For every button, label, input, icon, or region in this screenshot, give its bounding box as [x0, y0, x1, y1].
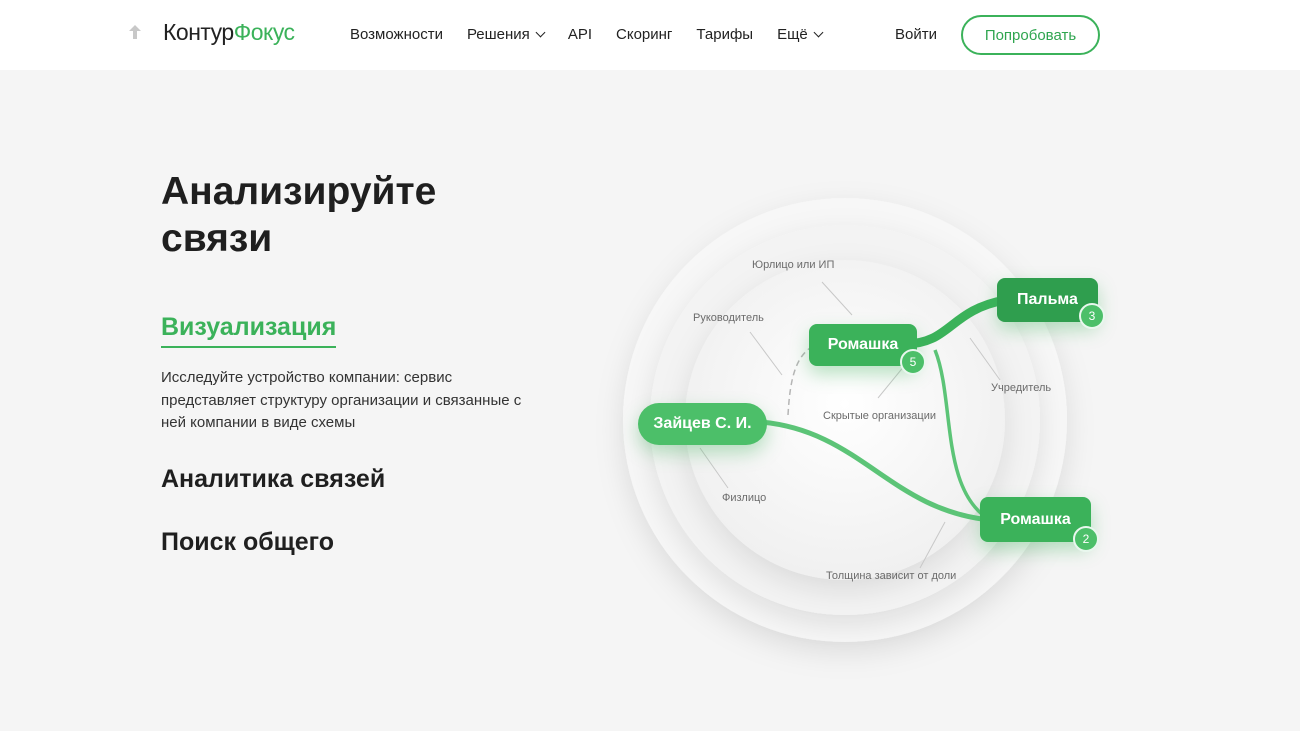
login-link[interactable]: Войти: [895, 26, 937, 43]
nav-item-0[interactable]: Возможности: [350, 26, 443, 43]
node-romashka-top-label: Ромашка: [827, 336, 899, 353]
node-romashka-top[interactable]: Ромашка 5: [809, 324, 926, 375]
nav-item-5[interactable]: Ещё: [777, 26, 824, 43]
connections-diagram: Юрлицо или ИП Руководитель Учредитель Ск…: [560, 160, 1200, 680]
nav-item-label: Возможности: [350, 26, 443, 43]
node-palma[interactable]: Пальма 3: [997, 278, 1105, 329]
main-nav: Возможности Решения API Скоринг Тарифы Ещё: [350, 26, 846, 43]
node-romashka-bottom[interactable]: Ромашка 2: [980, 497, 1099, 552]
nav-item-label: Решения: [466, 26, 530, 43]
tab-description: Исследуйте устройство компании: сервис п…: [161, 369, 522, 431]
label-hidden-orgs: Скрытые организации: [823, 410, 936, 422]
label-legal-entity: Юрлицо или ИП: [752, 259, 835, 271]
try-button[interactable]: Попробовать: [961, 15, 1100, 55]
nav-item-label: API: [567, 26, 592, 43]
tab-common-search[interactable]: Поиск общего: [161, 528, 334, 557]
node-zaytsev-label: Зайцев С. И.: [653, 415, 752, 432]
tab-visualization[interactable]: Визуализация: [161, 313, 337, 348]
section-title: Анализируйте связи: [161, 170, 437, 260]
label-thickness: Толщина зависит от доли: [826, 570, 957, 582]
nav-item-1[interactable]: Решения: [466, 26, 546, 43]
node-palma-badge: 3: [1079, 303, 1105, 329]
chevron-down-icon: [535, 27, 546, 38]
header: КонтурФокус Возможности Решения API Скоринг…: [0, 0, 1300, 70]
nav-item-label: Ещё: [777, 26, 808, 43]
label-person: Физлицо: [722, 492, 767, 504]
arrow-up-icon[interactable]: [128, 24, 142, 40]
logo-kontur: Контур: [163, 19, 234, 45]
nav-item-3[interactable]: Скоринг: [616, 26, 672, 43]
nav-item-label: Скоринг: [616, 26, 673, 43]
nav-item-4[interactable]: Тарифы: [696, 26, 753, 43]
logo-fokus: Фокус: [233, 19, 295, 45]
nav-item-2[interactable]: API: [568, 26, 592, 43]
label-founder: Учредитель: [991, 382, 1052, 394]
node-romashka-top-badge: 5: [900, 349, 926, 375]
node-palma-label: Пальма: [1017, 291, 1078, 308]
nav-item-label: Тарифы: [696, 26, 754, 43]
node-romashka-bottom-label: Ромашка: [1000, 510, 1071, 528]
tab-link-analytics[interactable]: Аналитика связей: [161, 465, 385, 494]
chevron-down-icon: [813, 27, 824, 38]
label-head: Руководитель: [693, 312, 764, 324]
node-zaytsev[interactable]: Зайцев С. И.: [638, 403, 767, 445]
logo[interactable]: КонтурФокус: [163, 19, 295, 46]
node-romashka-bottom-badge: 2: [1073, 526, 1099, 552]
